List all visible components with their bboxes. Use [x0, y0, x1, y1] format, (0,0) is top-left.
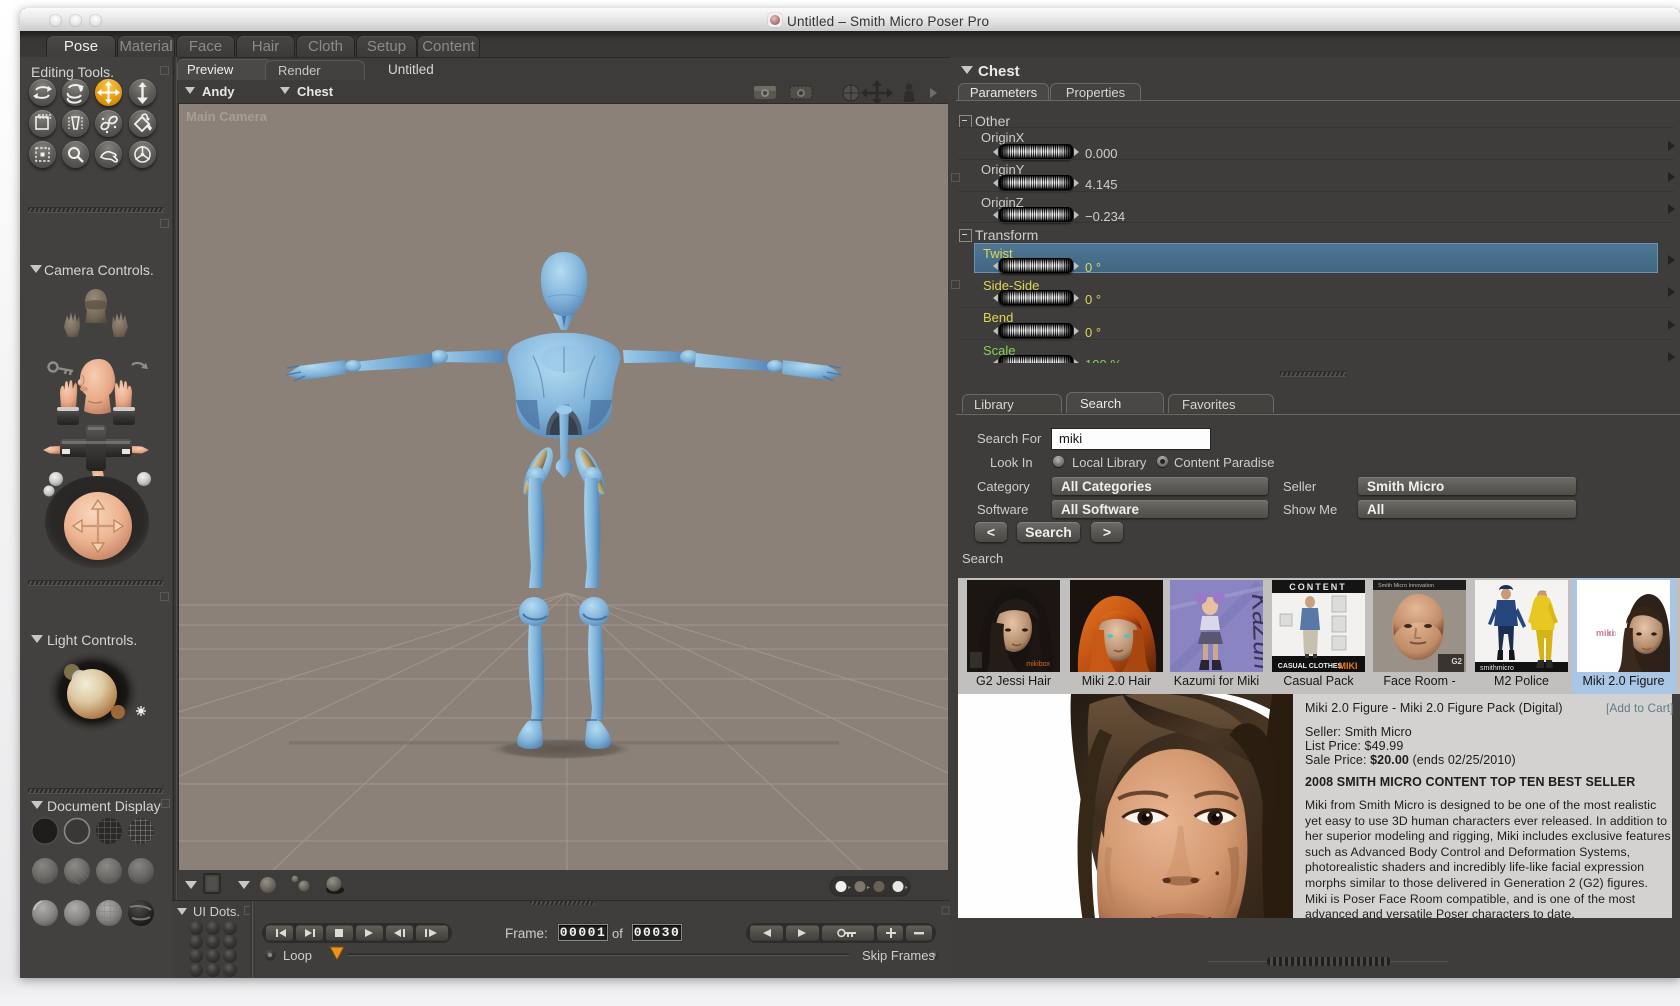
- svg-text:2.0: 2.0: [1608, 632, 1617, 638]
- svg-text:smithmicro: smithmicro: [1480, 665, 1514, 672]
- svg-text:CONTENT: CONTENT: [1289, 582, 1347, 592]
- svg-text:Smith Micro Innovation: Smith Micro Innovation: [1378, 583, 1434, 589]
- svg-text:CASUAL CLOTHES: CASUAL CLOTHES: [1278, 663, 1343, 670]
- svg-text:mikibox: mikibox: [1026, 661, 1050, 668]
- svg-text:G2: G2: [1451, 657, 1462, 666]
- svg-text:MIKI: MIKI: [1339, 661, 1358, 671]
